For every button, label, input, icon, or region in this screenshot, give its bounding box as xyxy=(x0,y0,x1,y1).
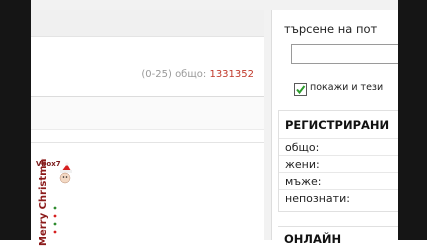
left-dark-edge xyxy=(0,0,31,240)
stat-label-unknown: непознати: xyxy=(285,192,350,205)
stat-row-men: мъже: xyxy=(279,172,399,190)
result-count: (0-25) общо: 1331352 xyxy=(141,69,254,80)
checkmark-icon xyxy=(296,85,306,95)
registered-stats-box: РЕГИСТРИРАНИ общо: жени: мъже: непознати… xyxy=(278,110,399,212)
search-input[interactable] xyxy=(291,44,400,64)
result-total-label: общо: xyxy=(175,69,207,80)
online-title: ОНЛАЙН xyxy=(284,232,342,246)
list-row xyxy=(31,97,264,130)
avatar-christmas-image: Vbox7 Merry Christmas xyxy=(36,158,72,246)
show-these-checkbox[interactable] xyxy=(294,83,307,96)
stat-row-total: общо: xyxy=(279,138,399,156)
stat-row-women: жени: xyxy=(279,155,399,173)
registered-title: РЕГИСТРИРАНИ xyxy=(285,118,390,132)
page-content: (0-25) общо: 1331352 Vbox7 Merry Christm… xyxy=(31,0,400,246)
show-these-label: покажи и тези xyxy=(310,82,384,93)
stat-label-men: мъже: xyxy=(285,175,322,188)
stat-label-women: жени: xyxy=(285,158,320,171)
result-range: (0-25) xyxy=(141,69,172,80)
list-header-bar xyxy=(31,10,264,37)
stat-row-unknown: непознати: xyxy=(279,189,399,207)
user-list-panel: (0-25) общо: 1331352 Vbox7 Merry Christm… xyxy=(31,10,264,246)
search-title: търсене на пот xyxy=(284,22,378,36)
avatar-greeting-text: Merry Christmas xyxy=(38,158,49,246)
result-total-value: 1331352 xyxy=(209,69,254,80)
user-avatar[interactable]: Vbox7 Merry Christmas xyxy=(34,158,74,248)
right-dark-edge xyxy=(398,0,427,240)
online-box: ОНЛАЙН xyxy=(278,226,398,246)
stat-label-total: общо: xyxy=(285,141,320,154)
list-divider xyxy=(31,142,264,143)
